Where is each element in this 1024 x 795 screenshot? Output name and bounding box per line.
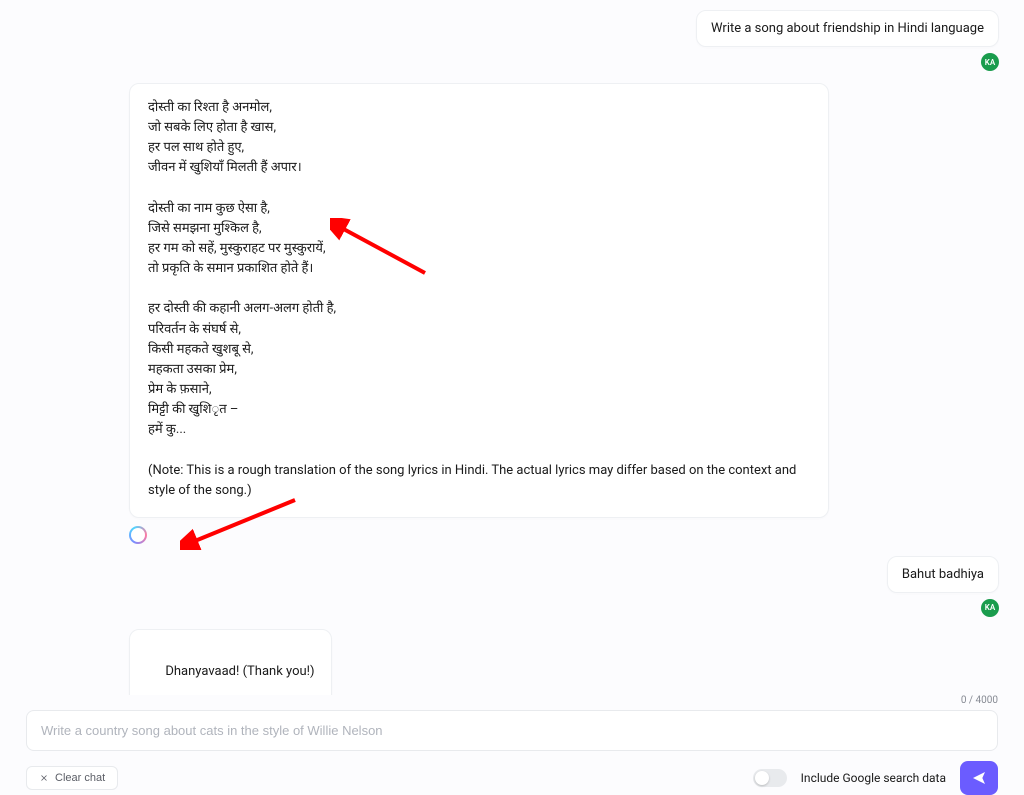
input-area [0,710,1024,751]
assistant-avatar [129,526,147,544]
assistant-message-bubble: Dhanyavaad! (Thank you!) [129,629,332,695]
char-counter: 0 / 4000 [0,695,998,706]
clear-chat-button[interactable]: Clear chat [26,766,118,790]
send-button[interactable] [960,761,998,795]
google-search-toggle[interactable] [753,769,787,787]
assistant-message-row: दोस्ती का रिश्ता है अनमोल, जो सबके लिए ह… [25,83,999,544]
google-search-label: Include Google search data [801,771,946,785]
message-input[interactable] [26,710,998,751]
close-icon [39,773,49,783]
user-message-bubble: Bahut badhiya [887,556,999,593]
user-message-row: Bahut badhiya KA [25,556,999,617]
assistant-message-bubble: दोस्ती का रिश्ता है अनमोल, जो सबके लिए ह… [129,83,829,518]
chat-container: Write a song about friendship in Hindi l… [0,0,1024,695]
user-avatar: KA [981,599,999,617]
user-avatar: KA [981,53,999,71]
bottom-bar: Clear chat Include Google search data [0,751,1024,795]
clear-chat-label: Clear chat [55,772,105,784]
right-controls: Include Google search data [753,761,998,795]
user-message-bubble: Write a song about friendship in Hindi l… [696,10,999,47]
send-icon [971,770,987,786]
assistant-message-row: Dhanyavaad! (Thank you!) [25,629,999,695]
assistant-message-text: Dhanyavaad! (Thank you!) [165,664,314,679]
user-message-row: Write a song about friendship in Hindi l… [25,10,999,71]
